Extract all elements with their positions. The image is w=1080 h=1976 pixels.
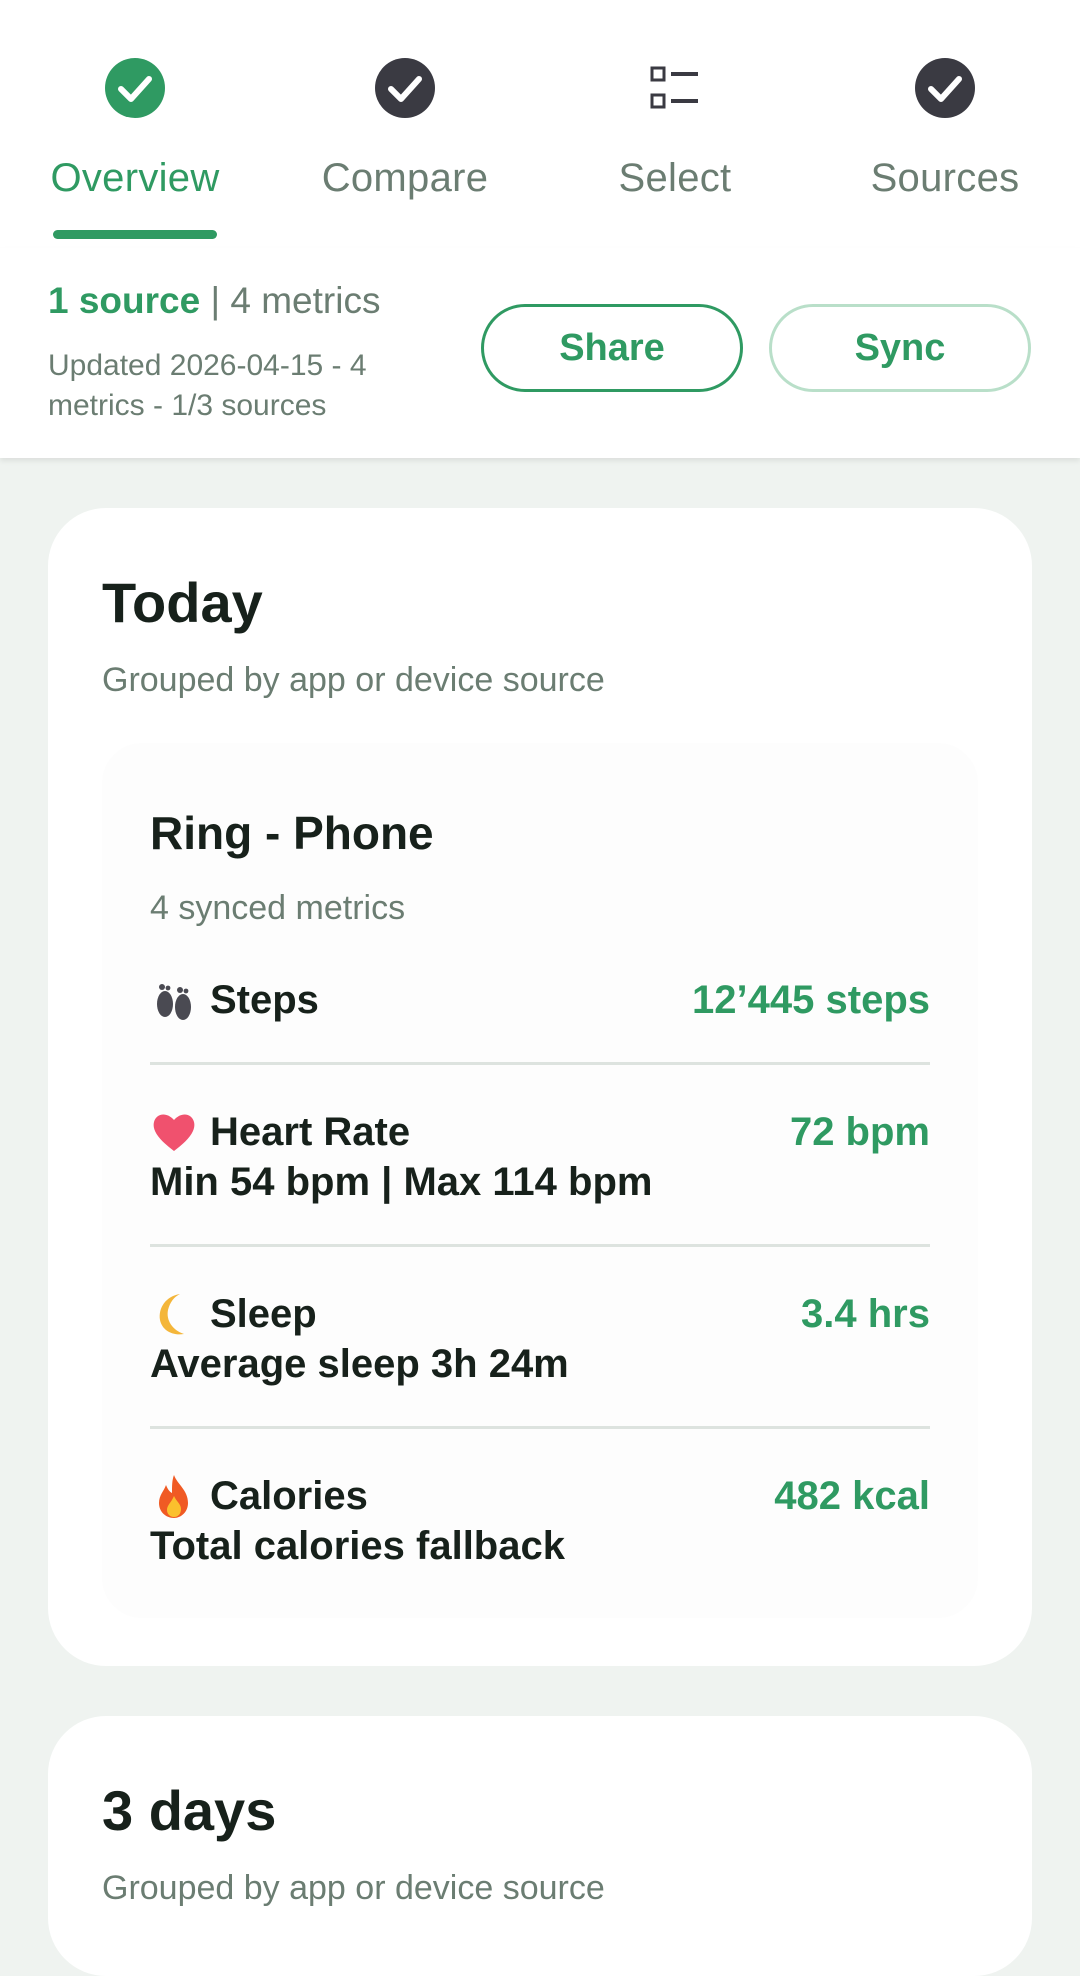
- source-metric-summary: 1 source | 4 metrics: [48, 280, 380, 322]
- divider: [150, 1426, 930, 1429]
- metric-value: 12’445 steps: [692, 978, 930, 1022]
- top-tab-bar: Overview Compare Select Sources: [0, 0, 1080, 248]
- heart-icon: [153, 1114, 195, 1151]
- metric-name: Calories: [210, 1474, 368, 1518]
- list-checkbox-icon: [650, 66, 698, 109]
- metric-value: 72 bpm: [789, 1110, 930, 1154]
- divider: [150, 1244, 930, 1247]
- three-days-card: 3 days Grouped by app or device source: [48, 1716, 1032, 1976]
- metric-row-calories: Calories Total calories fallback 482 kca…: [150, 1472, 930, 1582]
- metric-name: Steps: [210, 978, 319, 1022]
- check-circle-icon: [375, 58, 435, 118]
- metric-name: Sleep: [210, 1292, 317, 1336]
- tab-overview[interactable]: Overview: [0, 0, 270, 248]
- check-circle-icon: [915, 58, 975, 118]
- metric-row-heart-rate: Heart Rate Min 54 bpm | Max 114 bpm 72 b…: [150, 1108, 930, 1218]
- card-subtitle: Grouped by app or device source: [102, 1869, 605, 1907]
- metric-detail: Average sleep 3h 24m: [150, 1342, 569, 1386]
- share-button[interactable]: Share: [481, 304, 743, 392]
- metric-detail: Total calories fallback: [150, 1524, 565, 1568]
- fire-icon: [159, 1475, 188, 1518]
- metric-name: Heart Rate: [210, 1110, 411, 1154]
- summary-separator: |: [200, 280, 231, 321]
- today-card: Today Grouped by app or device source Ri…: [48, 508, 1032, 1666]
- check-circle-icon: [105, 58, 165, 118]
- tab-select[interactable]: Select: [540, 0, 810, 248]
- metric-value: 3.4 hrs: [801, 1292, 930, 1336]
- divider: [150, 1062, 930, 1065]
- tab-select-label: Select: [618, 156, 732, 200]
- tab-overview-label: Overview: [50, 156, 220, 200]
- sync-button[interactable]: Sync: [769, 304, 1031, 392]
- tab-sources[interactable]: Sources: [810, 0, 1080, 248]
- card-subtitle: Grouped by app or device source: [102, 661, 605, 699]
- metric-row-steps: Steps 12’445 steps: [150, 976, 930, 1036]
- source-count: 1 source: [48, 280, 201, 321]
- tab-compare-label: Compare: [321, 156, 489, 200]
- metric-detail: Min 54 bpm | Max 114 bpm: [150, 1160, 653, 1204]
- source-group: Ring - Phone 4 synced metrics Steps 12’4…: [102, 743, 978, 1618]
- card-title: Today: [102, 571, 263, 634]
- metric-value: 482 kcal: [774, 1474, 930, 1518]
- active-tab-indicator: [53, 230, 217, 239]
- metric-count: 4 metrics: [230, 280, 381, 321]
- card-title: 3 days: [102, 1779, 277, 1842]
- metric-row-sleep: Sleep Average sleep 3h 24m 3.4 hrs: [150, 1290, 930, 1400]
- tab-sources-label: Sources: [870, 156, 1020, 200]
- moon-icon: [159, 1294, 184, 1335]
- source-subtitle: 4 synced metrics: [150, 889, 406, 927]
- source-name: Ring - Phone: [150, 807, 434, 859]
- tab-compare[interactable]: Compare: [270, 0, 540, 248]
- updated-text: Updated 2026-04-15 - 4 metrics - 1/3 sou…: [48, 349, 367, 422]
- footprints-icon: [157, 984, 191, 1020]
